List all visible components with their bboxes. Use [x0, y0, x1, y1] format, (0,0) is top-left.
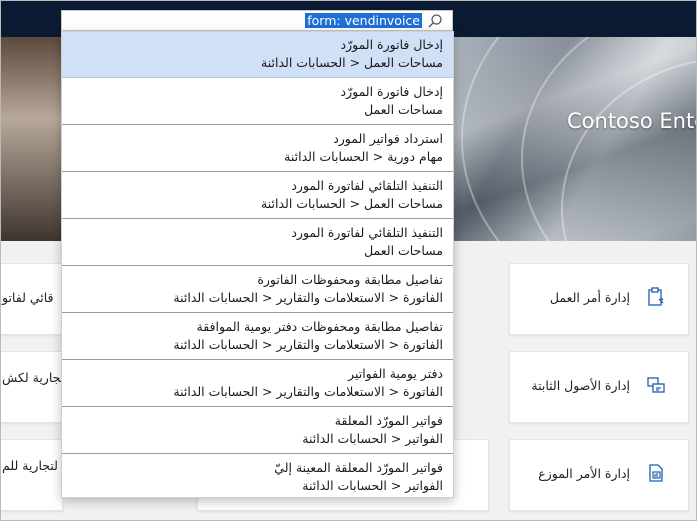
app-window: Contoso Ente إدارة أمر العمل إدارة الأصو… [0, 0, 697, 521]
result-item[interactable]: فواتير المورّد المعلقة المعينة إليّ الفو… [62, 455, 453, 497]
tile-label: إدارة أمر العمل [549, 290, 630, 305]
search-input[interactable]: form: vendinvoice [305, 13, 422, 28]
result-path: مساحات العمل < الحسابات الدائنة [261, 55, 443, 70]
result-title: التنفيذ التلقائي لفاتورة المورد [291, 225, 443, 240]
result-item[interactable]: إدخال فاتورة المورّد مساحات العمل < الحس… [62, 32, 453, 78]
tile-label: لتجارية للم [2, 458, 58, 473]
tile-distributed-order-management[interactable]: إدارة الأمر الموزع [509, 439, 689, 511]
search-icon[interactable] [427, 13, 443, 29]
result-title: تفاصيل مطابقة ومحفوظات الفاتورة [257, 272, 443, 287]
result-path: الفاتورة < الاستعلامات والتقارير < الحسا… [173, 384, 443, 399]
tile-fixed-assets-management[interactable]: إدارة الأصول الثابتة [509, 351, 689, 423]
result-path: مساحات العمل [364, 102, 443, 117]
tile-left-1[interactable]: قائي لفاتو [1, 263, 63, 335]
search-box[interactable]: form: vendinvoice [61, 10, 453, 31]
result-title: إدخال فاتورة المورّد [340, 37, 443, 52]
result-title: إدخال فاتورة المورّد [340, 84, 443, 99]
result-title: فواتير المورّد المعلقة [334, 413, 443, 428]
result-item[interactable]: التنفيذ التلقائي لفاتورة المورد مساحات ا… [62, 220, 453, 266]
tile-left-3[interactable]: لتجارية للم [1, 439, 63, 511]
result-item[interactable]: التنفيذ التلقائي لفاتورة المورد مساحات ا… [62, 173, 453, 219]
result-title: التنفيذ التلقائي لفاتورة المورد [291, 178, 443, 193]
clipboard-icon [648, 287, 664, 306]
tile-label: إدارة الأصول الثابتة [531, 378, 630, 393]
result-item[interactable]: إدخال فاتورة المورّد مساحات العمل [62, 79, 453, 125]
result-path: الفاتورة < الاستعلامات والتقارير < الحسا… [173, 337, 443, 352]
result-item[interactable]: دفتر يومية الفواتير الفاتورة < الاستعلام… [62, 361, 453, 407]
result-item[interactable]: فواتير المورّد المعلقة الفواتير < الحساب… [62, 408, 453, 454]
result-path: مهام دورية < الحسابات الدائنة [284, 149, 443, 164]
result-path: مساحات العمل < الحسابات الدائنة [261, 196, 443, 211]
result-title: دفتر يومية الفواتير [348, 366, 443, 381]
document-chart-icon [649, 464, 663, 482]
tile-work-order-management[interactable]: إدارة أمر العمل [509, 263, 689, 335]
result-title: استرداد فواتير المورد [333, 131, 443, 146]
tile-label: قائي لفاتو [2, 290, 54, 305]
tile-label: إدارة الأمر الموزع [538, 466, 630, 481]
result-title: تفاصيل مطابقة ومحفوظات دفتر يومية المواف… [196, 319, 443, 334]
result-path: الفواتير < الحسابات الدائنة [302, 478, 443, 493]
company-title: Contoso Ente [567, 109, 697, 133]
tile-label: لتجارية لكش [2, 370, 69, 385]
tile-left-2[interactable]: لتجارية لكش [1, 351, 68, 423]
result-path: مساحات العمل [364, 243, 443, 258]
fixed-assets-icon [647, 377, 665, 393]
result-path: الفاتورة < الاستعلامات والتقارير < الحسا… [173, 290, 443, 305]
result-item[interactable]: تفاصيل مطابقة ومحفوظات دفتر يومية المواف… [62, 314, 453, 360]
result-title: فواتير المورّد المعلقة المعينة إليّ [274, 460, 443, 475]
search-results-dropdown: إدخال فاتورة المورّد مساحات العمل < الحس… [61, 31, 454, 498]
result-item[interactable]: تفاصيل مطابقة ومحفوظات الفاتورة الفاتورة… [62, 267, 453, 313]
result-path: الفواتير < الحسابات الدائنة [302, 431, 443, 446]
result-item[interactable]: استرداد فواتير المورد مهام دورية < الحسا… [62, 126, 453, 172]
